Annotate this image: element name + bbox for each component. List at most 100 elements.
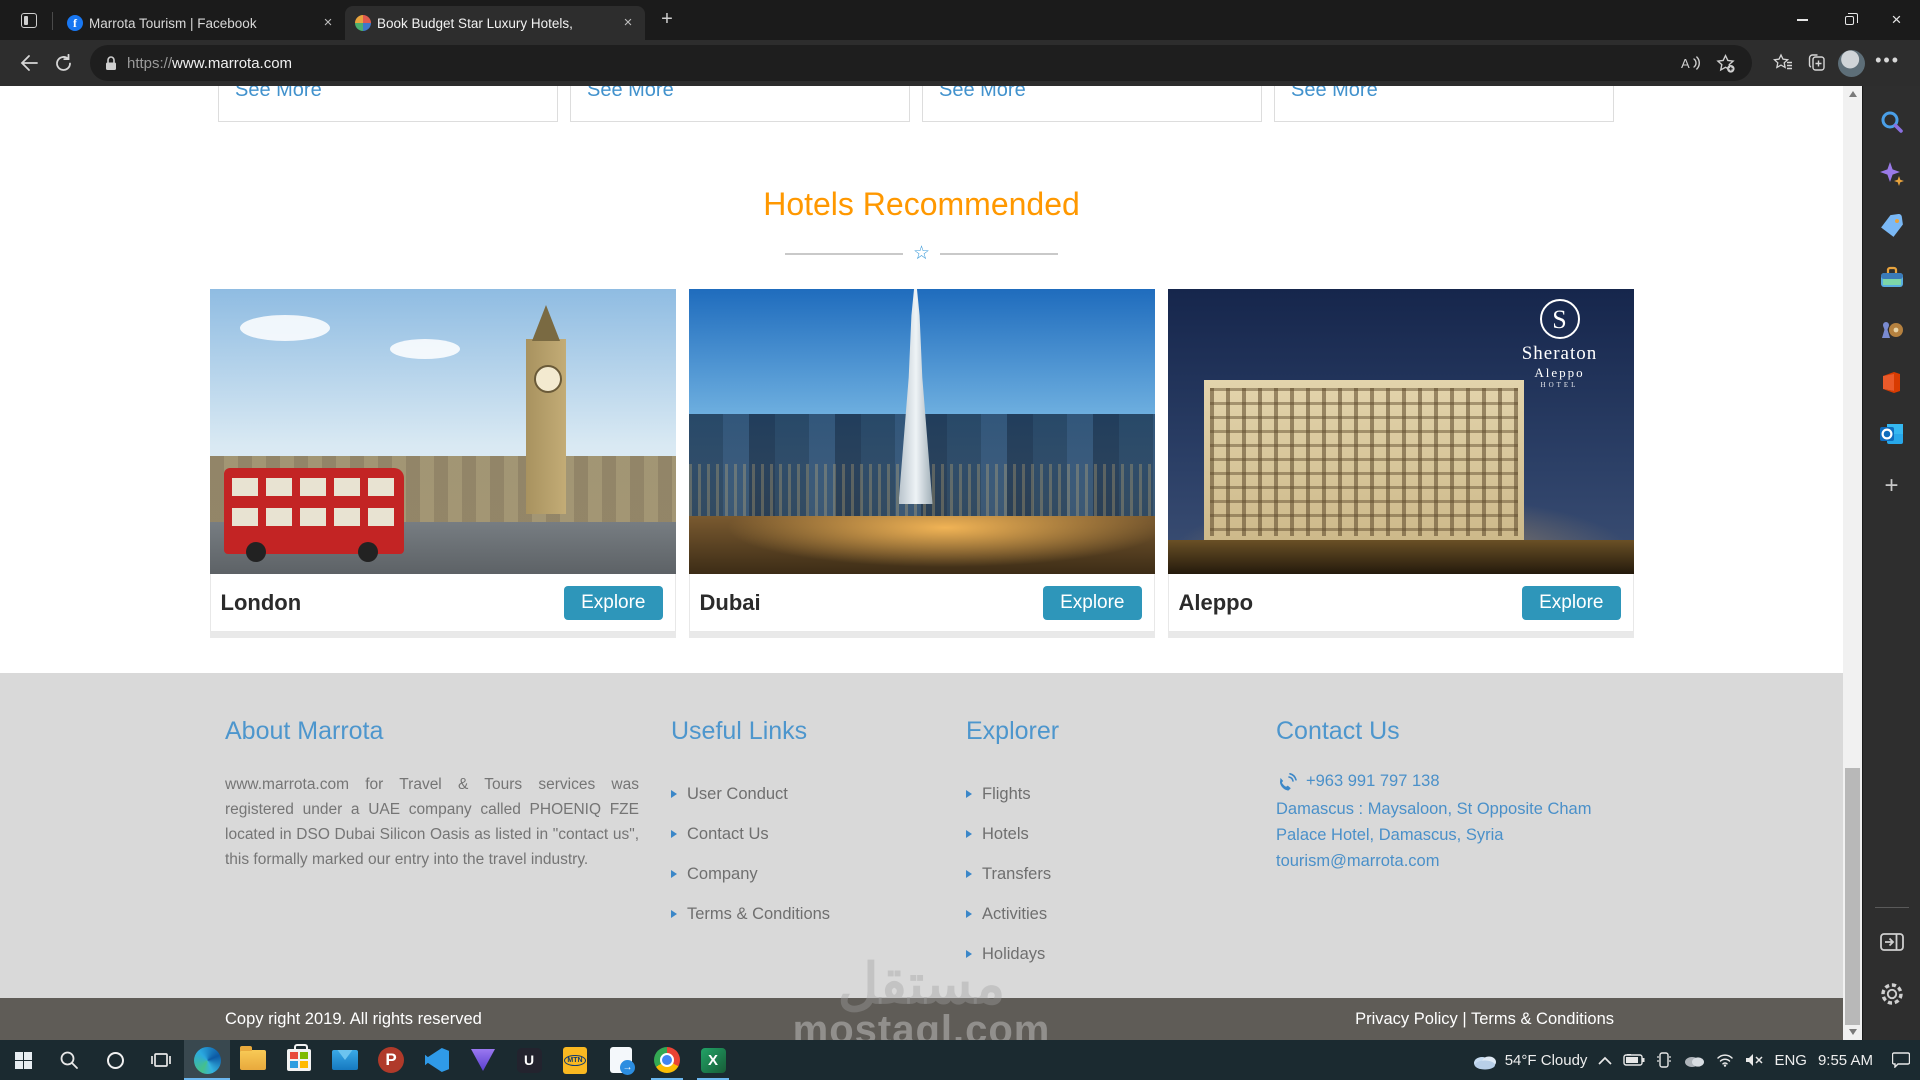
close-button[interactable]: ×: [1873, 0, 1920, 40]
shopping-tag-icon[interactable]: [1872, 206, 1912, 246]
wifi-icon[interactable]: [1716, 1053, 1734, 1067]
taskbar-excel-icon[interactable]: X: [690, 1040, 736, 1080]
scroll-up-icon[interactable]: [1843, 86, 1862, 102]
weather-text: 54°F Cloudy: [1505, 1052, 1588, 1069]
refresh-icon[interactable]: [46, 46, 80, 80]
new-tab-button[interactable]: +: [653, 6, 681, 34]
footer-heading: Useful Links: [671, 717, 830, 746]
sidebar-settings-gear-icon[interactable]: [1872, 974, 1912, 1014]
tab-marrota[interactable]: Book Budget Star Luxury Hotels, ×: [345, 6, 645, 40]
scroll-down-icon[interactable]: [1843, 1024, 1862, 1040]
taskbar-chrome-icon[interactable]: [644, 1040, 690, 1080]
partial-card: See More: [922, 86, 1262, 122]
see-more-link[interactable]: See More: [587, 86, 909, 102]
hotel-city-label: Dubai: [700, 590, 1044, 616]
taskbar-mtn-icon[interactable]: MTN: [552, 1040, 598, 1080]
battery-icon[interactable]: [1623, 1054, 1645, 1066]
taskbar-purple-app-icon[interactable]: [460, 1040, 506, 1080]
explore-button[interactable]: Explore: [1043, 586, 1141, 620]
outlook-icon[interactable]: [1872, 414, 1912, 454]
onedrive-icon[interactable]: [1683, 1053, 1705, 1067]
search-icon[interactable]: [1872, 102, 1912, 142]
tab-close-icon[interactable]: ×: [319, 14, 337, 32]
url-host: www.marrota.com: [172, 55, 292, 72]
profile-avatar[interactable]: [1838, 50, 1865, 77]
tray-chevron-up-icon[interactable]: [1598, 1056, 1612, 1065]
marrota-favicon: [355, 15, 371, 31]
collections-icon[interactable]: [1800, 46, 1834, 80]
cortana-icon[interactable]: [92, 1040, 138, 1080]
taskbar-edge-icon[interactable]: [184, 1040, 230, 1080]
web-page: See More See More See More See More Hote…: [0, 86, 1843, 1040]
footer-link[interactable]: Activities: [966, 902, 1059, 926]
start-button[interactable]: [0, 1040, 46, 1080]
tab-actions-menu-icon[interactable]: [14, 5, 44, 35]
about-text: www.marrota.com for Travel & Tours servi…: [225, 772, 639, 872]
collapse-sidebar-icon[interactable]: [1872, 922, 1912, 962]
legal-links[interactable]: Privacy Policy | Terms & Conditions: [1355, 1010, 1614, 1029]
taskbar-vscode-icon[interactable]: [414, 1040, 460, 1080]
explore-button[interactable]: Explore: [564, 586, 662, 620]
taskbar-p-app-icon[interactable]: P: [368, 1040, 414, 1080]
tab-title: Marrota Tourism | Facebook: [89, 16, 313, 31]
see-more-link[interactable]: See More: [939, 86, 1261, 102]
taskbar-file-explorer-icon[interactable]: [230, 1040, 276, 1080]
volume-muted-icon[interactable]: [1745, 1053, 1763, 1067]
svg-text:A: A: [1681, 56, 1690, 71]
office-icon[interactable]: [1872, 362, 1912, 402]
footer-link[interactable]: Company: [671, 862, 830, 886]
favorites-icon[interactable]: [1766, 46, 1800, 80]
see-more-link[interactable]: See More: [235, 86, 557, 102]
footer-link[interactable]: Flights: [966, 782, 1059, 806]
footer-link[interactable]: User Conduct: [671, 782, 830, 806]
language-indicator[interactable]: ENG: [1774, 1052, 1807, 1069]
hotel-cards-row: London Explore Dubai Explore: [0, 289, 1843, 638]
footer-link[interactable]: Holidays: [966, 942, 1059, 966]
contact-phone[interactable]: +963 991 797 138: [1306, 768, 1440, 794]
taskbar-mail-icon[interactable]: [322, 1040, 368, 1080]
explore-button[interactable]: Explore: [1522, 586, 1620, 620]
scrollbar-thumb[interactable]: [1845, 768, 1860, 1025]
task-view-icon[interactable]: [138, 1040, 184, 1080]
add-favorite-icon[interactable]: [1708, 46, 1742, 80]
footer-link[interactable]: Transfers: [966, 862, 1059, 886]
restore-button[interactable]: [1826, 0, 1873, 40]
page-scrollbar[interactable]: [1843, 86, 1862, 1040]
tools-briefcase-icon[interactable]: [1872, 258, 1912, 298]
taskbar-ide-icon[interactable]: U: [506, 1040, 552, 1080]
phone-link-icon[interactable]: [1656, 1052, 1672, 1068]
taskbar-share-page-icon[interactable]: [598, 1040, 644, 1080]
star-icon: ☆: [913, 244, 930, 263]
tab-close-icon[interactable]: ×: [619, 14, 637, 32]
edge-sidebar: +: [1862, 86, 1920, 1040]
taskbar-store-icon[interactable]: [276, 1040, 322, 1080]
dubai-photo: [689, 289, 1155, 574]
see-more-link[interactable]: See More: [1291, 86, 1613, 102]
footer-link[interactable]: Hotels: [966, 822, 1059, 846]
read-aloud-icon[interactable]: A: [1674, 46, 1708, 80]
footer-heading: About Marrota: [225, 717, 639, 746]
games-icon[interactable]: [1872, 310, 1912, 350]
clock[interactable]: 9:55 AM: [1818, 1052, 1873, 1069]
back-icon[interactable]: [12, 46, 46, 80]
sidebar-add-icon[interactable]: +: [1872, 466, 1912, 506]
footer-heading: Contact Us: [1276, 717, 1628, 746]
footer-about-column: About Marrota www.marrota.com for Travel…: [225, 717, 639, 872]
copilot-sparkle-icon[interactable]: [1872, 154, 1912, 194]
action-center-icon[interactable]: [1892, 1052, 1910, 1068]
tab-facebook[interactable]: f Marrota Tourism | Facebook ×: [57, 6, 345, 40]
weather-widget[interactable]: 54°F Cloudy: [1471, 1050, 1588, 1070]
windows-taskbar: P U MTN X 54°F Cloudy ENG 9:55 AM: [0, 1040, 1920, 1080]
partial-cards-row: See More See More See More See More: [218, 86, 1614, 122]
arrow-bullet-icon: [671, 870, 677, 878]
footer-heading: Explorer: [966, 717, 1059, 746]
minimize-button[interactable]: [1779, 0, 1826, 40]
taskbar-search-icon[interactable]: [46, 1040, 92, 1080]
settings-menu-icon[interactable]: •••: [1869, 50, 1906, 77]
footer-link[interactable]: Contact Us: [671, 822, 830, 846]
footer-link[interactable]: Terms & Conditions: [671, 902, 830, 926]
address-bar[interactable]: https://www.marrota.com A: [90, 45, 1752, 81]
contact-address: Damascus : Maysaloon, St Opposite Cham P…: [1276, 796, 1628, 848]
contact-email[interactable]: tourism@marrota.com: [1276, 848, 1628, 874]
arrow-bullet-icon: [671, 790, 677, 798]
